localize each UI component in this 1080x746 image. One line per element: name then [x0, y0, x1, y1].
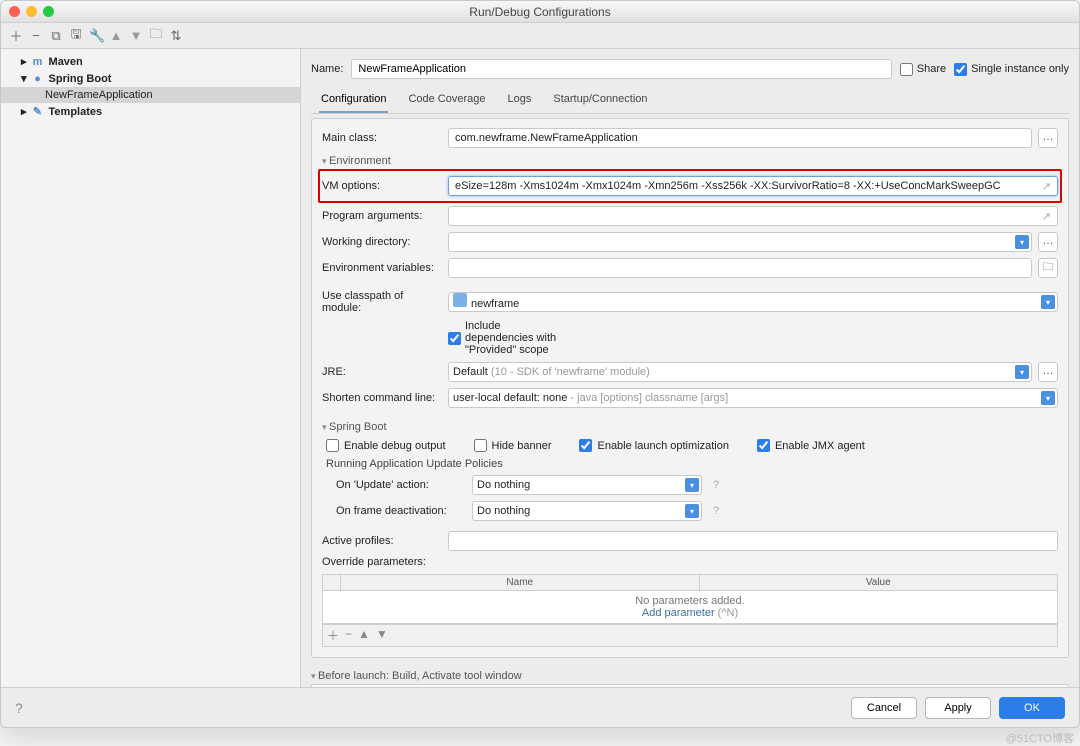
copy-icon[interactable]: ⧉: [49, 28, 63, 44]
remove-icon[interactable]: −: [345, 627, 352, 644]
on-deactivation-select[interactable]: Do nothing▾: [472, 501, 702, 521]
down-icon[interactable]: ▼: [129, 28, 143, 43]
chevron-down-icon[interactable]: ▾: [1015, 365, 1029, 379]
active-profiles-label: Active profiles:: [322, 535, 442, 547]
main-class-field[interactable]: com.newframe.NewFrameApplication: [448, 128, 1032, 148]
share-checkbox[interactable]: Share: [900, 63, 946, 76]
add-icon[interactable]: ＋: [327, 627, 339, 644]
tab-startup-connection[interactable]: Startup/Connection: [551, 89, 649, 113]
name-label: Name:: [311, 63, 343, 75]
minimize-icon[interactable]: [26, 6, 37, 17]
help-icon[interactable]: ?: [708, 479, 724, 491]
up-icon[interactable]: ▲: [358, 627, 370, 644]
window-title: Run/Debug Configurations: [469, 5, 610, 19]
enable-jmx-checkbox[interactable]: Enable JMX agent: [757, 439, 865, 452]
vm-options-highlight: VM options: eSize=128m -Xms1024m -Xmx102…: [318, 169, 1062, 203]
running-policies-label: Running Application Update Policies: [322, 456, 1058, 472]
configuration-panel: Main class: com.newframe.NewFrameApplica…: [311, 118, 1069, 658]
sort-icon[interactable]: ⇅: [169, 28, 183, 44]
wrench-icon[interactable]: 🔧: [89, 28, 103, 44]
enable-launch-opt-checkbox[interactable]: Enable launch optimization: [579, 439, 728, 452]
classpath-label: Use classpath of module:: [322, 290, 442, 314]
tabs: Configuration Code Coverage Logs Startup…: [311, 87, 1069, 114]
before-launch-header[interactable]: Before launch: Build, Activate tool wind…: [311, 666, 1069, 684]
name-input[interactable]: [351, 59, 891, 79]
browse-jre-button[interactable]: …: [1038, 362, 1058, 382]
config-tree: ▸ mMaven ▾ ●Spring Boot NewFrameApplicat…: [1, 49, 301, 689]
apply-button[interactable]: Apply: [925, 697, 991, 719]
workdir-input[interactable]: ▾: [448, 232, 1032, 252]
add-parameter-link[interactable]: Add parameter: [642, 607, 715, 619]
enable-debug-checkbox[interactable]: Enable debug output: [326, 439, 446, 452]
tree-item-newframeapplication[interactable]: NewFrameApplication: [1, 87, 300, 103]
titlebar: Run/Debug Configurations: [1, 1, 1079, 23]
up-icon[interactable]: ▲: [109, 28, 123, 43]
traffic-lights: [9, 6, 54, 17]
main-class-label: Main class:: [322, 132, 442, 144]
expand-icon[interactable]: ↗: [1042, 210, 1051, 223]
cancel-button[interactable]: Cancel: [851, 697, 917, 719]
single-instance-checkbox[interactable]: Single instance only: [954, 63, 1069, 76]
folder-icon[interactable]: 🗀: [149, 25, 163, 47]
no-params-text: No parameters added.: [323, 595, 1057, 607]
add-icon[interactable]: ＋: [9, 26, 23, 45]
main-panel: Name: Share Single instance only Configu…: [301, 49, 1079, 689]
on-deactivation-label: On frame deactivation:: [336, 505, 466, 517]
program-args-input[interactable]: ↗: [448, 206, 1058, 226]
ok-button[interactable]: OK: [999, 697, 1065, 719]
on-update-label: On 'Update' action:: [336, 479, 466, 491]
help-icon[interactable]: ?: [708, 505, 724, 517]
vm-options-input[interactable]: eSize=128m -Xms1024m -Xmx1024m -Xmn256m …: [448, 176, 1058, 196]
active-profiles-input[interactable]: [448, 531, 1058, 551]
jre-label: JRE:: [322, 366, 442, 378]
workdir-label: Working directory:: [322, 236, 442, 248]
tab-code-coverage[interactable]: Code Coverage: [406, 89, 487, 113]
config-toolbar: ＋ − ⧉ 🖫 🔧 ▲ ▼ 🗀 ⇅: [1, 23, 1079, 49]
col-value: Value: [700, 575, 1058, 590]
shorten-select[interactable]: user-local default: none - java [options…: [448, 388, 1058, 408]
hide-banner-checkbox[interactable]: Hide banner: [474, 439, 552, 452]
include-provided-checkbox[interactable]: Include dependencies with "Provided" sco…: [448, 320, 568, 356]
environment-header[interactable]: Environment: [322, 151, 1058, 169]
tab-configuration[interactable]: Configuration: [319, 89, 388, 113]
expand-icon[interactable]: ↗: [1042, 180, 1051, 193]
envvars-label: Environment variables:: [322, 262, 442, 274]
param-toolbar: ＋ − ▲ ▼: [322, 624, 1058, 647]
shorten-label: Shorten command line:: [322, 392, 442, 404]
chevron-down-icon[interactable]: ▾: [1041, 295, 1055, 309]
tree-item-templates[interactable]: ▸ ✎Templates: [1, 103, 300, 120]
chevron-down-icon[interactable]: ▾: [685, 504, 699, 518]
chevron-down-icon[interactable]: ▾: [1041, 391, 1055, 405]
classpath-module-select[interactable]: newframe▾: [448, 292, 1058, 312]
remove-icon[interactable]: −: [29, 28, 43, 43]
down-icon[interactable]: ▼: [376, 627, 388, 644]
override-params-table: NameValue No parameters added. Add param…: [322, 574, 1058, 624]
save-icon[interactable]: 🖫: [69, 25, 83, 47]
override-params-label: Override parameters:: [322, 554, 1058, 570]
run-debug-config-window: Run/Debug Configurations ＋ − ⧉ 🖫 🔧 ▲ ▼ 🗀…: [0, 0, 1080, 728]
dialog-footer: ? Cancel Apply OK: [1, 687, 1079, 727]
chevron-down-icon[interactable]: ▾: [1015, 235, 1029, 249]
close-icon[interactable]: [9, 6, 20, 17]
spring-boot-header[interactable]: Spring Boot: [322, 417, 1058, 435]
tree-item-spring-boot[interactable]: ▾ ●Spring Boot: [1, 70, 300, 87]
watermark: @51CTO博客: [1006, 730, 1074, 746]
maximize-icon[interactable]: [43, 6, 54, 17]
envvars-input[interactable]: [448, 258, 1032, 278]
chevron-down-icon[interactable]: ▾: [685, 478, 699, 492]
on-update-select[interactable]: Do nothing▾: [472, 475, 702, 495]
jre-select[interactable]: Default (10 - SDK of 'newframe' module)▾: [448, 362, 1032, 382]
help-icon[interactable]: ?: [15, 700, 23, 716]
browse-envvars-button[interactable]: 🗀: [1038, 258, 1058, 278]
col-name: Name: [341, 575, 700, 590]
browse-main-class-button[interactable]: …: [1038, 128, 1058, 148]
vm-options-label: VM options:: [322, 180, 442, 192]
tree-item-maven[interactable]: ▸ mMaven: [1, 53, 300, 70]
browse-workdir-button[interactable]: …: [1038, 232, 1058, 252]
tab-logs[interactable]: Logs: [506, 89, 534, 113]
program-args-label: Program arguments:: [322, 210, 442, 222]
